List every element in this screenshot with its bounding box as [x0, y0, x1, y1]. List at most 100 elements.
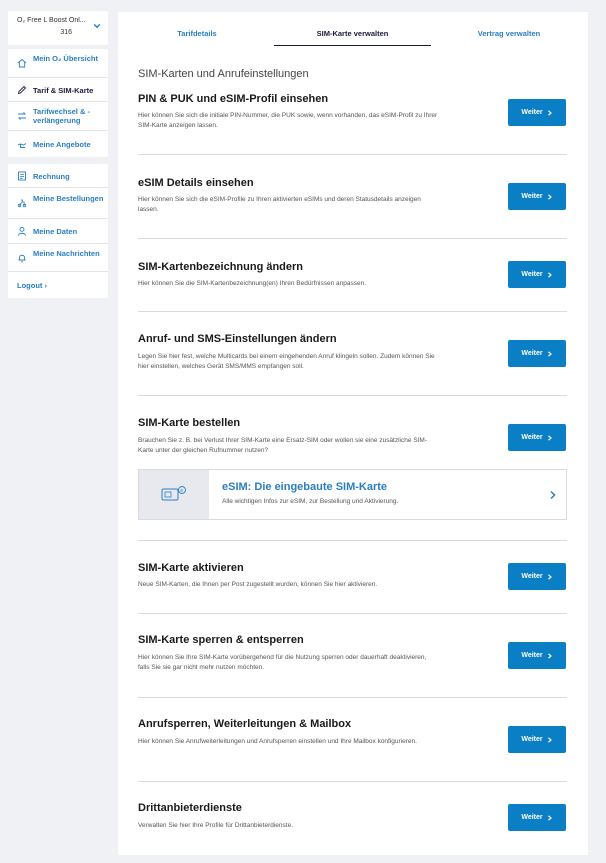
sidebar-nav-main: Mein O₂ Übersicht Tarif & SIM-Karte Tari… [8, 49, 108, 157]
chevron-right-icon [547, 193, 552, 200]
button-label: Weiter [521, 109, 543, 116]
row-third-party: Drittanbieterdienste Verwalten Sie hier … [138, 802, 567, 842]
button-label: Weiter [521, 434, 543, 441]
hand-icon [17, 143, 27, 148]
row-title: SIM-Karte sperren & entsperren [138, 634, 304, 646]
divider [138, 311, 567, 312]
button-label: Weiter [521, 652, 543, 659]
weiter-button[interactable]: Weiter [508, 261, 566, 288]
chevron-right-icon [547, 652, 552, 659]
row-description: Hier können Sie sich die initiale PIN-Nu… [138, 112, 438, 129]
sidebar-item-label: Meine Nachrichten [33, 249, 100, 258]
sidebar-item-label: Meine Bestellungen [33, 194, 104, 203]
sidebar-item-label: Mein O₂ Übersicht [33, 54, 99, 63]
button-label: Weiter [521, 736, 543, 743]
row-description: Hier können Sie Anrufweiterleitungen und… [138, 738, 417, 745]
sidebar-item-label: Rechnung [33, 172, 70, 181]
row-activate-sim: SIM-Karte aktivieren Neue SIM-Karten, di… [138, 562, 567, 612]
logout-link[interactable]: Logout › [8, 272, 108, 298]
sidebar-item-label: Meine Daten [33, 227, 78, 236]
esim-card-description: Alle wichtigen Infos zur eSIM, zur Beste… [222, 498, 399, 505]
row-title: Drittanbieterdienste [138, 802, 242, 814]
row-sim-name: SIM-Kartenbezeichnung ändern Hier können… [138, 261, 567, 311]
weiter-button[interactable]: Weiter [508, 340, 566, 367]
weiter-button[interactable]: Weiter [508, 726, 566, 753]
scooter-icon [17, 199, 27, 208]
row-title: PIN & PUK und eSIM-Profil einsehen [138, 93, 329, 105]
chevron-right-icon [547, 573, 552, 580]
weiter-button[interactable]: Weiter [508, 642, 566, 669]
tariff-name: O₂ Free L Boost Onl... [17, 17, 86, 24]
user-icon [18, 226, 26, 236]
row-call-barring: Anrufsperren, Weiterleitungen & Mailbox … [138, 718, 567, 778]
divider [138, 395, 567, 396]
sidebar-item-tariff-change[interactable]: Tarifwechsel & -verlängerung [8, 102, 108, 131]
pen-icon [17, 85, 27, 95]
row-pin-puk: PIN & PUK und eSIM-Profil einsehen Hier … [138, 93, 567, 153]
row-description: Neue SIM-Karten, die Ihnen per Post zuge… [138, 581, 378, 588]
esim-card-title: eSIM: Die eingebaute SIM-Karte [222, 481, 388, 493]
divider [138, 154, 567, 155]
divider [138, 238, 567, 239]
main-panel: Tarifdetails SIM-Karte verwalten Vertrag… [118, 12, 588, 855]
row-description: Brauchen Sie z. B. bei Verlust Ihrer SIM… [138, 437, 428, 454]
row-description: Hier können Sie sich die eSIM-Profile zu… [138, 196, 421, 213]
chevron-down-icon [93, 23, 101, 29]
divider [138, 613, 567, 614]
weiter-button[interactable]: Weiter [508, 99, 566, 126]
chevron-right-icon [550, 490, 556, 500]
weiter-button[interactable]: Weiter [508, 804, 566, 831]
sidebar-item-tariff-sim[interactable]: Tarif & SIM-Karte [8, 78, 108, 102]
chevron-right-icon [547, 434, 552, 441]
row-description: Hier können Sie die SIM-Kartenbezeichnun… [138, 280, 366, 287]
button-label: Weiter [521, 350, 543, 357]
chevron-right-icon [547, 736, 552, 743]
sidebar-item-messages[interactable]: Meine Nachrichten [8, 244, 108, 272]
invoice-icon [18, 171, 26, 181]
tariff-selector[interactable]: O₂ Free L Boost Onl... 316 [8, 11, 108, 45]
row-order-sim: SIM-Karte bestellen Brauchen Sie z. B. b… [138, 417, 567, 465]
sidebar-item-label: Tarifwechsel & -verlängerung [33, 107, 90, 125]
sidebar-item-label: Tarif & SIM-Karte [33, 86, 94, 95]
button-label: Weiter [521, 573, 543, 580]
swap-icon [17, 112, 27, 120]
sidebar-item-overview[interactable]: Mein O₂ Übersicht [8, 49, 108, 78]
row-title: eSIM Details einsehen [138, 177, 254, 189]
bell-icon [18, 254, 26, 263]
weiter-button[interactable]: Weiter [508, 563, 566, 590]
sidebar-item-orders[interactable]: Meine Bestellungen [8, 188, 108, 219]
sidebar-item-invoice[interactable]: Rechnung [8, 164, 108, 188]
row-lock-sim: SIM-Karte sperren & entsperren Hier könn… [138, 634, 567, 694]
house-icon [17, 58, 27, 68]
tab-bar: Tarifdetails SIM-Karte verwalten Vertrag… [118, 12, 588, 46]
esim-image: e [139, 470, 209, 519]
row-title: SIM-Kartenbezeichnung ändern [138, 261, 304, 273]
tab-sim-management[interactable]: SIM-Karte verwalten [274, 29, 431, 38]
sidebar-item-label: Meine Angebote [33, 140, 91, 149]
weiter-button[interactable]: Weiter [508, 424, 566, 451]
chevron-right-icon [547, 814, 552, 821]
section-title: SIM-Karten und Anrufeinstellungen [138, 68, 309, 80]
row-description: Hier können Sie Ihre SIM-Karte vorüberge… [138, 654, 427, 671]
tab-tariff-details[interactable]: Tarifdetails [138, 29, 256, 38]
chevron-right-icon [547, 350, 552, 357]
svg-text:e: e [180, 488, 183, 494]
sidebar-nav-account: Rechnung Meine Bestellungen Meine Daten … [8, 164, 108, 298]
weiter-button[interactable]: Weiter [508, 183, 566, 210]
esim-info-card[interactable]: e eSIM: Die eingebaute SIM-Karte Alle wi… [138, 469, 567, 520]
tab-contract-management[interactable]: Vertrag verwalten [449, 29, 569, 38]
row-esim-details: eSIM Details einsehen Hier können Sie si… [138, 177, 567, 237]
row-title: SIM-Karte bestellen [138, 417, 241, 429]
sim-card-icon: e [161, 486, 186, 501]
divider [138, 781, 567, 782]
row-title: Anruf- und SMS-Einstellungen ändern [138, 333, 337, 345]
row-title: Anrufsperren, Weiterleitungen & Mailbox [138, 718, 352, 730]
sidebar-item-my-data[interactable]: Meine Daten [8, 219, 108, 244]
row-description: Verwalten Sie hier Ihre Profile für Drit… [138, 822, 293, 829]
sidebar-item-offers[interactable]: Meine Angebote [8, 131, 108, 157]
button-label: Weiter [521, 271, 543, 278]
button-label: Weiter [521, 193, 543, 200]
row-description: Legen Sie hier fest, welche Multicards b… [138, 353, 435, 370]
active-tab-indicator [274, 45, 431, 46]
button-label: Weiter [521, 814, 543, 821]
